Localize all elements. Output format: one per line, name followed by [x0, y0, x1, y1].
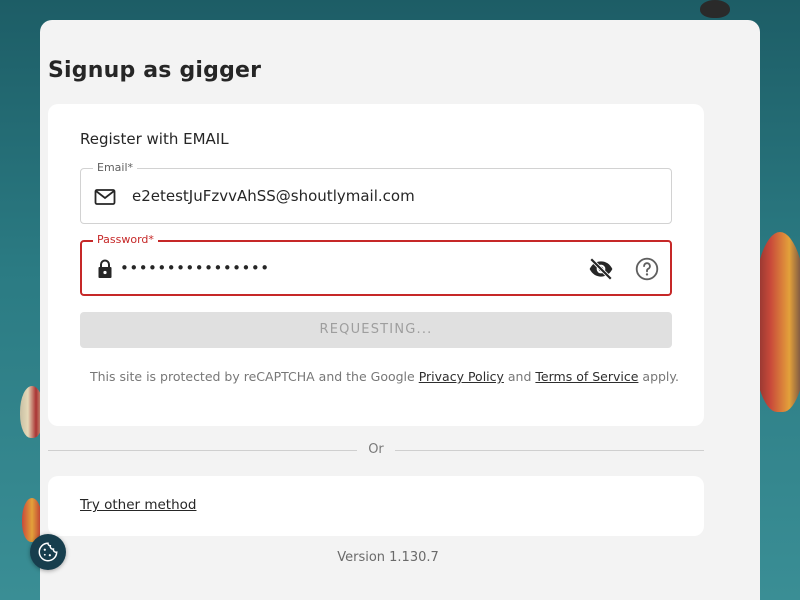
page-title: Signup as gigger: [48, 58, 262, 83]
signup-panel: Signup as gigger Register with EMAIL Ema…: [40, 20, 760, 600]
recaptcha-and: and: [507, 369, 532, 384]
recaptcha-notice: This site is protected by reCAPTCHA and …: [90, 369, 679, 384]
cookie-settings-button[interactable]: [30, 534, 66, 570]
password-label: Password*: [93, 233, 158, 247]
mail-icon: [93, 185, 117, 209]
register-card: Register with EMAIL Email* e2etestJuFzvv…: [48, 104, 704, 426]
help-icon[interactable]: [634, 256, 660, 282]
recaptcha-prefix: This site is protected by reCAPTCHA and …: [90, 369, 415, 384]
email-field[interactable]: Email* e2etestJuFzvvAhSS@shoutlymail.com: [80, 161, 672, 224]
cookie-icon: [38, 542, 58, 562]
terms-of-service-link[interactable]: Terms of Service: [535, 369, 638, 384]
divider-line: [395, 450, 704, 451]
alt-method-card: Try other method: [48, 476, 704, 536]
privacy-policy-link[interactable]: Privacy Policy: [419, 369, 504, 384]
password-input[interactable]: ••••••••••••••••: [120, 259, 270, 277]
submit-button[interactable]: REQUESTING...: [80, 312, 672, 348]
try-other-method-link[interactable]: Try other method: [80, 497, 196, 513]
recaptcha-suffix: apply.: [642, 369, 679, 384]
lock-icon: [93, 257, 117, 281]
password-field[interactable]: Password* ••••••••••••••••: [80, 233, 672, 296]
email-input[interactable]: e2etestJuFzvvAhSS@shoutlymail.com: [132, 187, 415, 205]
register-heading: Register with EMAIL: [80, 130, 229, 148]
or-divider: Or: [48, 440, 704, 460]
toggle-visibility-icon[interactable]: [588, 256, 614, 282]
balloon-decoration: [700, 0, 730, 18]
email-label: Email*: [93, 161, 138, 175]
version-label: Version 1.130.7: [337, 550, 439, 565]
